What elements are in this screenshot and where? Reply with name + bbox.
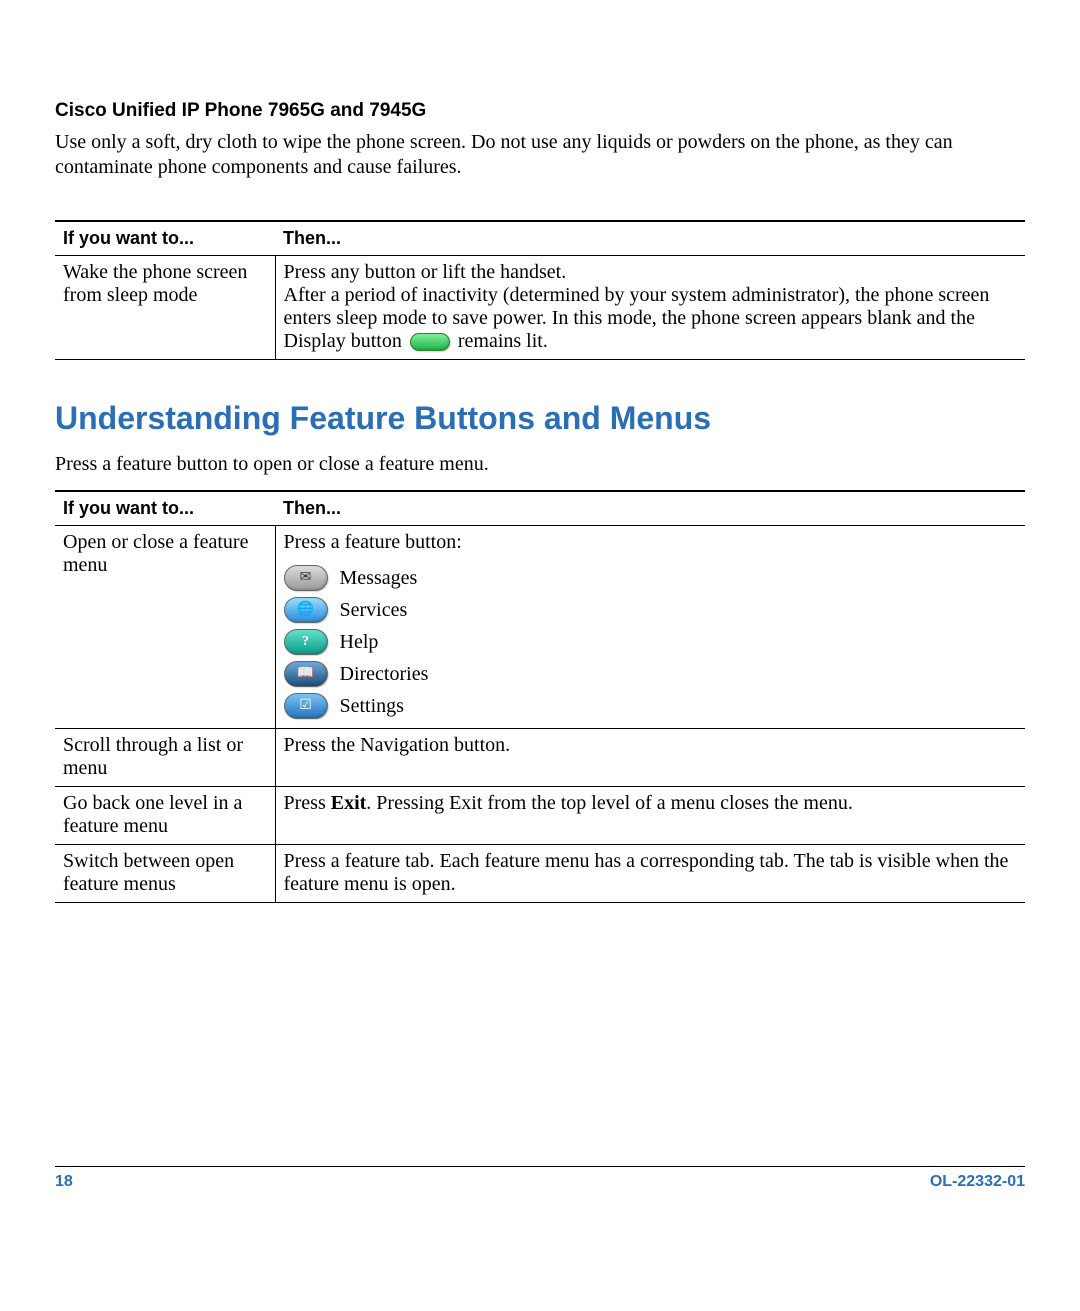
- cell-then: Press any button or lift the handset. Af…: [275, 256, 1025, 360]
- help-icon: ?: [284, 629, 328, 655]
- section-heading-feature-buttons: Understanding Feature Buttons and Menus: [55, 400, 1025, 437]
- document-id: OL-22332-01: [930, 1173, 1025, 1191]
- cell-want: Open or close a feature menu: [55, 526, 275, 729]
- messages-icon: ✉: [284, 565, 328, 591]
- page-footer: 18 OL-22332-01: [55, 1166, 1025, 1191]
- feature-label: Directories: [340, 663, 429, 686]
- feature-item-services: 🌐 Services: [284, 594, 1018, 626]
- sleep-mode-table: If you want to... Then... Wake the phone…: [55, 220, 1025, 360]
- feature-label: Settings: [340, 695, 404, 718]
- press-feature-button-text: Press a feature button:: [284, 531, 1018, 554]
- col-header-want: If you want to...: [55, 221, 275, 256]
- table-row: Open or close a feature menu Press a fea…: [55, 526, 1025, 729]
- wake-instruction-2: After a period of inactivity (determined…: [284, 284, 1018, 353]
- feature-label: Help: [340, 631, 379, 654]
- feature-item-settings: ☑ Settings: [284, 690, 1018, 722]
- table-row: Switch between open feature menus Press …: [55, 845, 1025, 903]
- wake-instruction-1: Press any button or lift the handset.: [284, 261, 1018, 284]
- col-header-want: If you want to...: [55, 491, 275, 526]
- services-icon: 🌐: [284, 597, 328, 623]
- directories-icon: 📖: [284, 661, 328, 687]
- exit-bold: Exit: [331, 792, 367, 814]
- cell-want: Switch between open feature menus: [55, 845, 275, 903]
- feature-item-directories: 📖 Directories: [284, 658, 1018, 690]
- table-row: Wake the phone screen from sleep mode Pr…: [55, 256, 1025, 360]
- cell-then: Press a feature button: ✉ Messages 🌐 Ser…: [275, 526, 1025, 729]
- cell-then: Press a feature tab. Each feature menu h…: [275, 845, 1025, 903]
- feature-item-messages: ✉ Messages: [284, 562, 1018, 594]
- display-button-icon: [410, 333, 450, 351]
- page-number: 18: [55, 1173, 73, 1191]
- cleaning-paragraph: Use only a soft, dry cloth to wipe the p…: [55, 130, 1025, 180]
- cell-want: Wake the phone screen from sleep mode: [55, 256, 275, 360]
- table-row: Go back one level in a feature menu Pres…: [55, 787, 1025, 845]
- settings-icon: ☑: [284, 693, 328, 719]
- cell-then: Press Exit. Pressing Exit from the top l…: [275, 787, 1025, 845]
- feature-item-help: ? Help: [284, 626, 1018, 658]
- col-header-then: Then...: [275, 491, 1025, 526]
- table-row: Scroll through a list or menu Press the …: [55, 729, 1025, 787]
- feature-menu-table: If you want to... Then... Open or close …: [55, 490, 1025, 903]
- subsection-heading: Cisco Unified IP Phone 7965G and 7945G: [55, 100, 1025, 122]
- cell-want: Go back one level in a feature menu: [55, 787, 275, 845]
- col-header-then: Then...: [275, 221, 1025, 256]
- cell-want: Scroll through a list or menu: [55, 729, 275, 787]
- feature-label: Messages: [340, 567, 418, 590]
- cell-then: Press the Navigation button.: [275, 729, 1025, 787]
- feature-intro: Press a feature button to open or close …: [55, 453, 1025, 476]
- feature-label: Services: [340, 599, 408, 622]
